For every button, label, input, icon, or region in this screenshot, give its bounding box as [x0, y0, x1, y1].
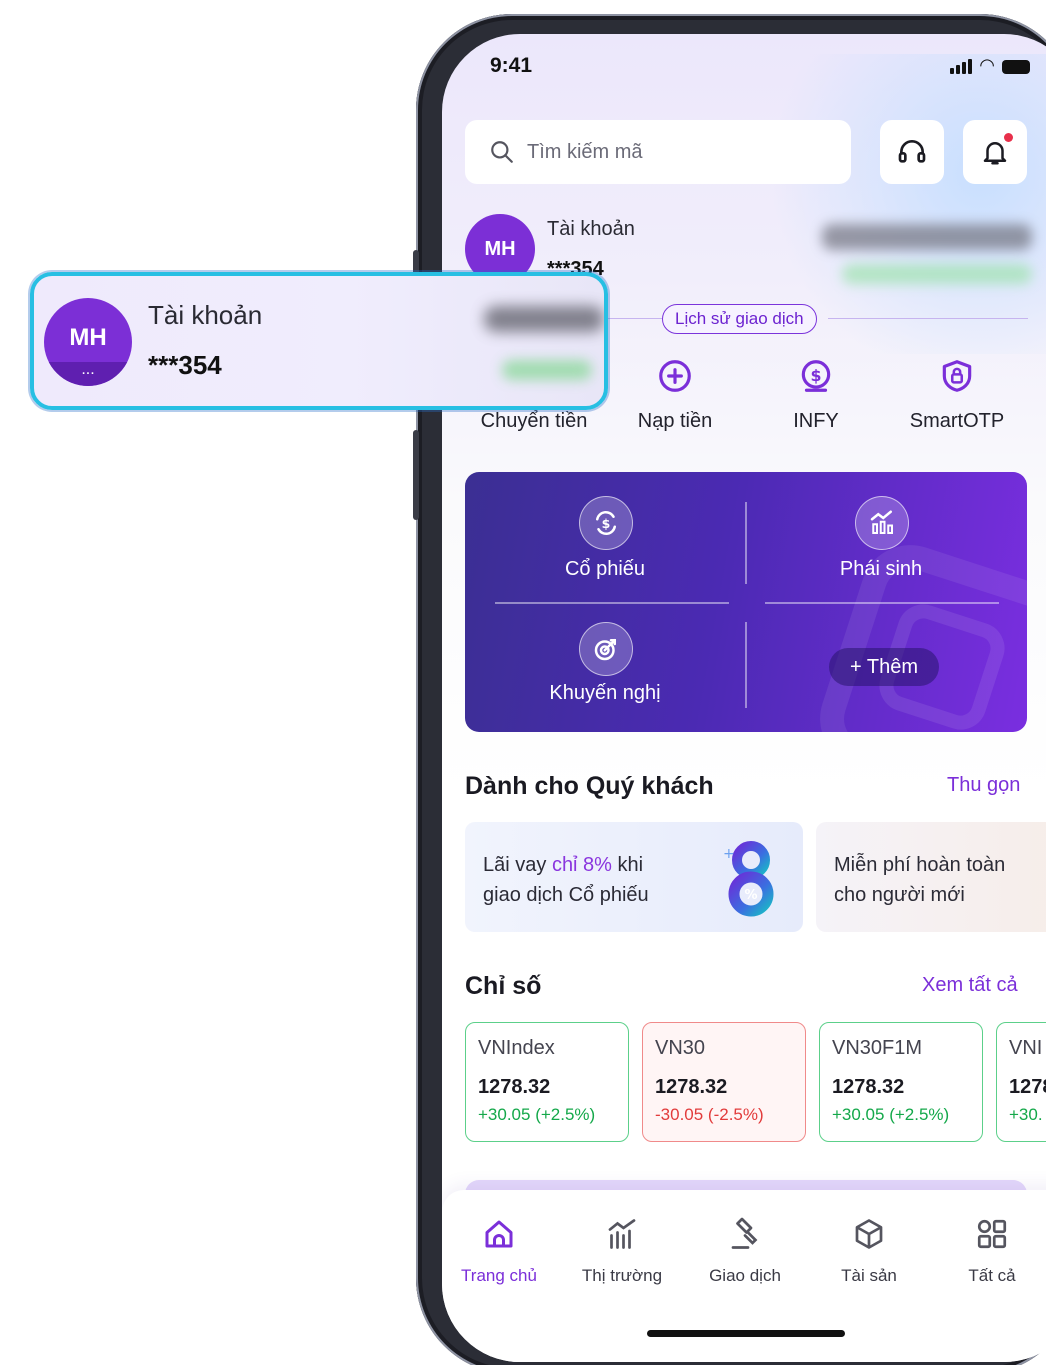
- transaction-history-link[interactable]: Lịch sử giao dịch: [662, 304, 817, 334]
- status-icons: ◠: [950, 56, 1030, 74]
- collapse-link[interactable]: Thu gọn: [947, 774, 1020, 797]
- card-divider-horizontal-right: [765, 602, 999, 604]
- nav-market-label: Thị trường: [581, 1266, 663, 1285]
- quick-action-label-transfer[interactable]: Chuyển tiền: [464, 410, 604, 433]
- index-card[interactable]: VNI 1278 +30.: [996, 1022, 1046, 1142]
- indices-title: Chỉ số: [465, 972, 542, 1000]
- home-indicator: [647, 1330, 845, 1337]
- index-name: VN30F1M: [832, 1037, 923, 1059]
- quick-action-label-infy[interactable]: INFY: [746, 410, 886, 433]
- recommendation-label[interactable]: Khuyến nghị: [505, 682, 705, 705]
- quick-action-label-deposit[interactable]: Nạp tiền: [605, 410, 745, 433]
- quick-action-label-smartotp[interactable]: SmartOTP: [887, 410, 1027, 433]
- search-icon: [491, 141, 513, 163]
- bottom-navigation: Trang chủ Thị trường Giao dịch Tài sản T…: [442, 1190, 1046, 1362]
- index-value: 1278.32: [832, 1076, 905, 1098]
- svg-text:$: $: [602, 516, 611, 531]
- promo-highlight: chỉ 8%: [551, 854, 612, 876]
- nav-all-label: Tất cả: [968, 1266, 1016, 1285]
- stocks-label[interactable]: Cổ phiếu: [505, 558, 705, 581]
- nav-assets[interactable]: Tài sản: [814, 1216, 924, 1286]
- headset-icon: [898, 140, 926, 163]
- nav-trade[interactable]: Giao dịch: [690, 1216, 800, 1286]
- derivatives-icon[interactable]: [855, 496, 909, 550]
- wifi-icon: ◠: [979, 55, 995, 75]
- notification-button[interactable]: [963, 120, 1027, 184]
- card-divider-vertical-top: [745, 502, 747, 584]
- grid-icon: [977, 1219, 1007, 1249]
- callout-avatar-initials: MH: [69, 324, 107, 351]
- nav-trade-label: Giao dịch: [709, 1266, 781, 1285]
- promo2-line-1: Miễn phí hoàn toàn: [834, 854, 1006, 876]
- index-card[interactable]: VN30 1278.32 -30.05 (-2.5%): [642, 1022, 806, 1142]
- balance-blurred: [822, 224, 1032, 250]
- gavel-icon: [731, 1217, 758, 1249]
- status-time: 9:41: [490, 54, 533, 77]
- account-label: Tài khoản: [547, 218, 635, 240]
- nav-all[interactable]: Tất cả: [937, 1216, 1046, 1286]
- card-divider-vertical-bottom: [745, 622, 747, 708]
- divider-right: [828, 318, 1028, 319]
- callout-account-label: Tài khoản: [148, 300, 263, 330]
- index-value: 1278: [1009, 1076, 1046, 1098]
- search-placeholder: Tìm kiếm mã: [527, 140, 643, 163]
- profit-blurred: [842, 264, 1032, 284]
- signal-icon: [950, 59, 973, 74]
- callout-account-number: ***354: [148, 350, 222, 380]
- svg-text:%: %: [744, 888, 757, 903]
- index-name: VNIndex: [478, 1037, 555, 1059]
- search-input[interactable]: Tìm kiếm mã: [465, 120, 851, 184]
- promo-card-margin[interactable]: Lãi vay chỉ 8% khi giao dịch Cổ phiếu % …: [465, 822, 803, 932]
- index-card[interactable]: VN30F1M 1278.32 +30.05 (+2.5%): [819, 1022, 983, 1142]
- callout-account-avatar[interactable]: MH ...: [44, 298, 132, 386]
- nav-home[interactable]: Trang chủ: [444, 1216, 554, 1286]
- home-icon: [485, 1220, 513, 1248]
- nav-market[interactable]: Thị trường: [567, 1216, 677, 1286]
- index-change: +30.05 (+2.5%): [478, 1105, 596, 1124]
- cube-icon: [855, 1219, 883, 1249]
- shield-lock-icon[interactable]: [937, 356, 977, 396]
- stocks-icon[interactable]: $: [579, 496, 633, 550]
- index-card[interactable]: VNIndex 1278.32 +30.05 (+2.5%): [465, 1022, 629, 1142]
- for-you-title: Dành cho Quý khách: [465, 772, 714, 800]
- account-zoom-callout: MH ... Tài khoản ***354: [30, 272, 608, 410]
- phone-screen: 9:41 ◠ Tìm kiếm mã MH Tài khoản ***354 L…: [442, 34, 1046, 1362]
- index-name: VNI: [1009, 1037, 1043, 1059]
- nav-home-label: Trang chủ: [461, 1266, 537, 1285]
- card-divider-horizontal-left: [495, 602, 729, 604]
- svg-text:+: +: [723, 846, 735, 862]
- view-all-link[interactable]: Xem tất cả: [922, 974, 1018, 997]
- plus-circle-icon[interactable]: [655, 356, 695, 396]
- coin-icon[interactable]: $: [796, 356, 836, 396]
- index-change: +30.: [1009, 1105, 1043, 1124]
- recommendation-icon[interactable]: [579, 622, 633, 676]
- support-button[interactable]: [880, 120, 944, 184]
- add-more-button[interactable]: + Thêm: [829, 648, 939, 686]
- battery-icon: [1002, 60, 1030, 74]
- index-change: +30.05 (+2.5%): [832, 1105, 950, 1124]
- promo2-line-2: cho người mới: [834, 884, 965, 906]
- index-name: VN30: [655, 1037, 706, 1059]
- index-change: -30.05 (-2.5%): [655, 1105, 764, 1124]
- callout-profit-blurred: [502, 360, 592, 380]
- phone-volume-down: [413, 430, 419, 520]
- eight-percent-icon: % +: [723, 841, 774, 917]
- svg-text:$: $: [810, 366, 821, 385]
- derivatives-label[interactable]: Phái sinh: [781, 558, 981, 581]
- index-value: 1278.32: [478, 1076, 551, 1098]
- market-chart-icon: [608, 1219, 636, 1249]
- callout-avatar-menu: ...: [44, 362, 132, 386]
- promo-card-free-fee[interactable]: Miễn phí hoàn toàn cho người mới: [816, 822, 1046, 932]
- product-card: $ Cổ phiếu Phái sinh Khuyến nghị + Thêm: [465, 472, 1027, 732]
- index-value: 1278.32: [655, 1076, 728, 1098]
- callout-balance-blurred: [484, 306, 604, 332]
- notification-badge: [1004, 133, 1013, 142]
- nav-assets-label: Tài sản: [841, 1266, 897, 1285]
